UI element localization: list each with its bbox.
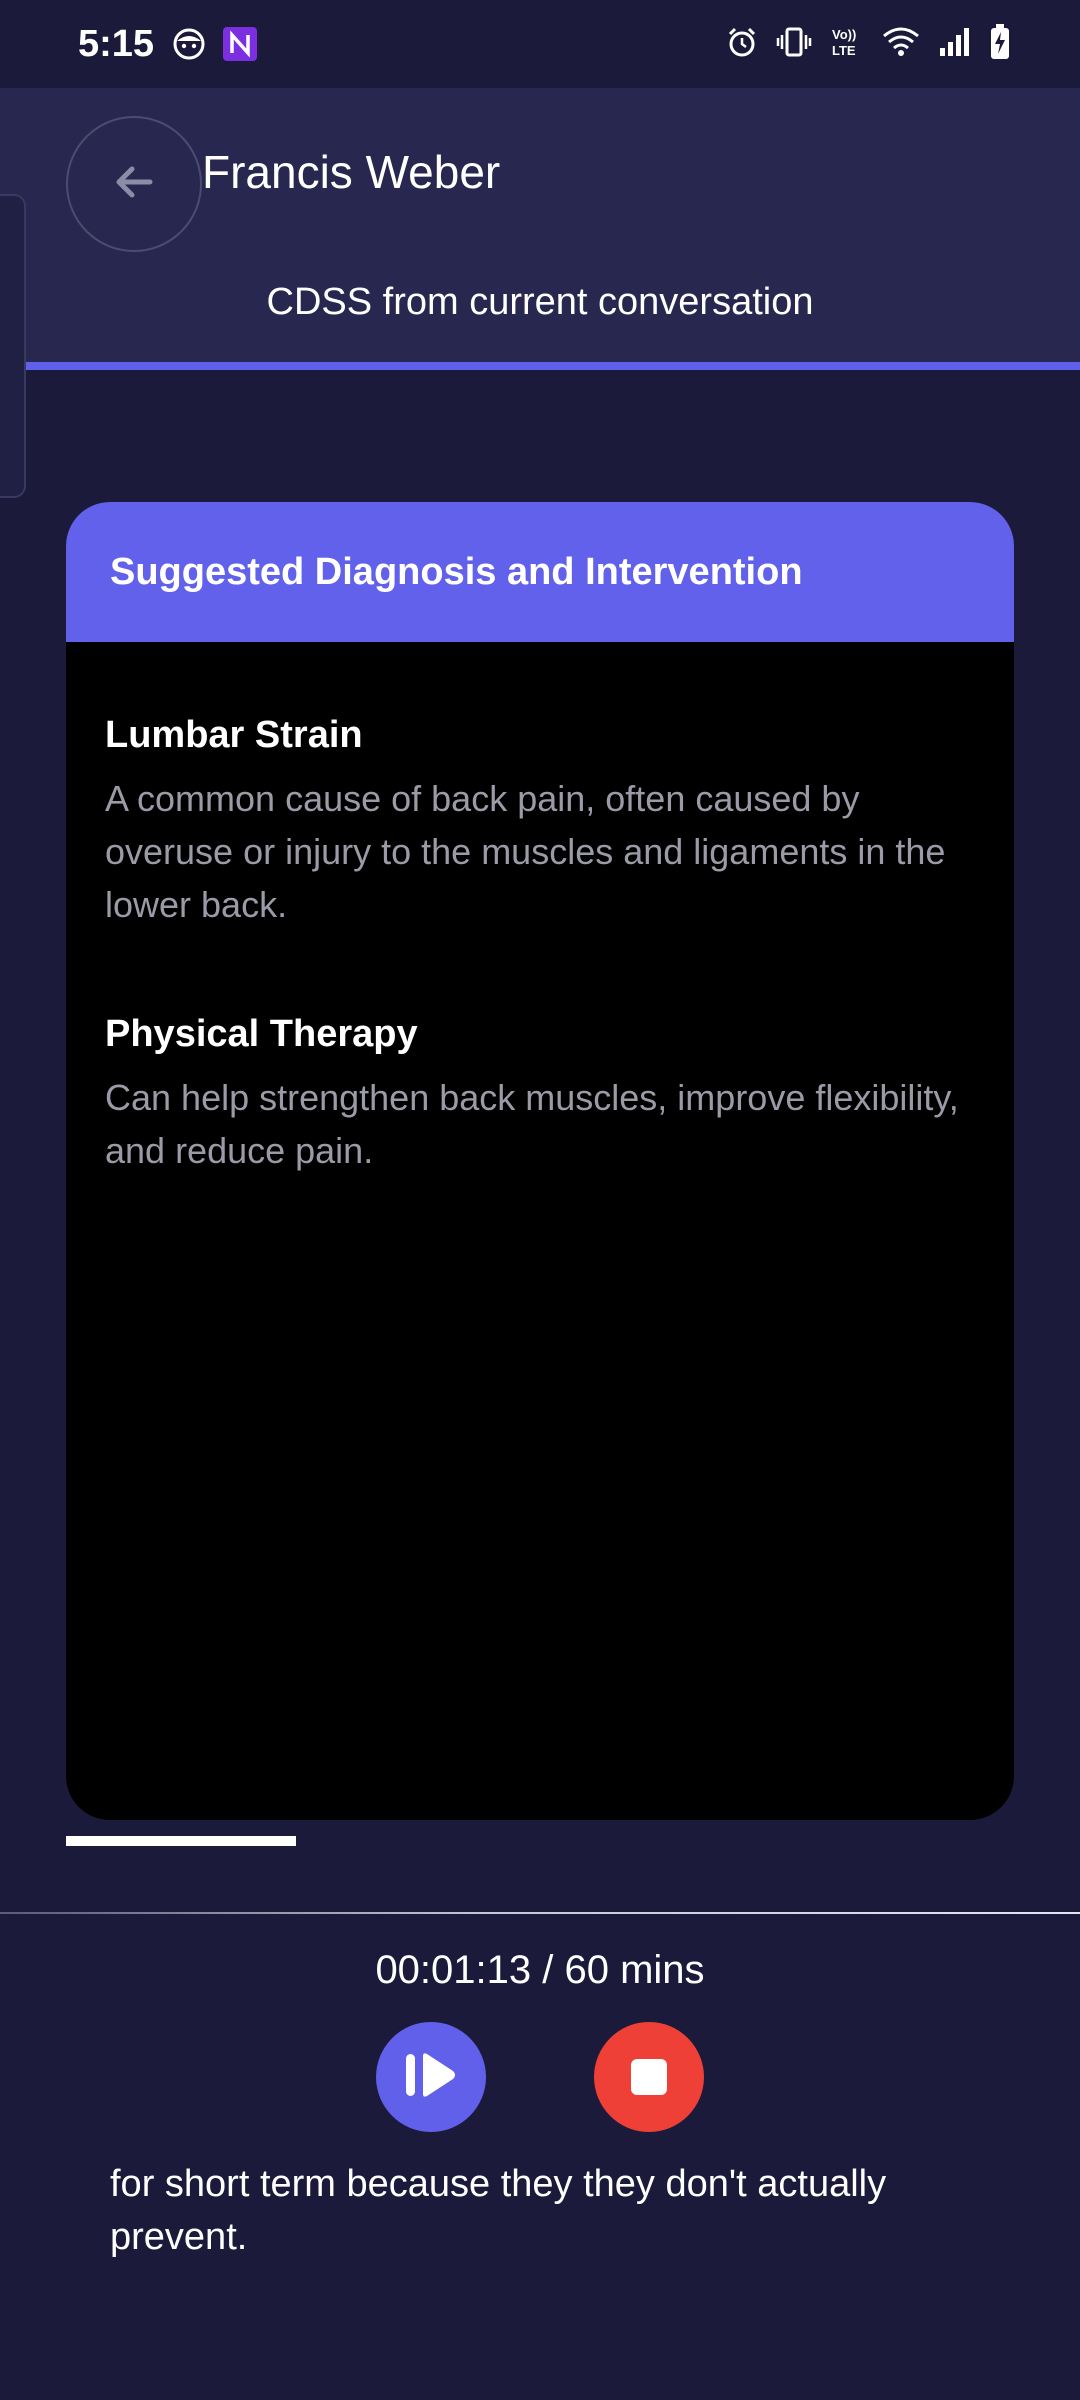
suggestion-title: Lumbar Strain [105,714,363,756]
battery-charging-icon [990,24,1010,60]
suggestion-description: A common cause of back pain, often cause… [105,778,946,925]
face-icon [172,27,206,61]
divider [0,1912,1080,1914]
resume-icon [404,2050,458,2105]
status-left-icons [172,26,258,62]
page-indicator [66,1836,296,1846]
status-time: 5:15 [78,23,155,65]
app-header: Francis Weber CDSS from current conversa… [0,88,1080,364]
wifi-icon [882,26,920,58]
svg-text:LTE: LTE [832,43,856,58]
header-progress-bar [0,362,1080,370]
signal-icon [938,26,972,58]
card-body: Lumbar Strain A common cause of back pai… [66,642,1014,1177]
back-button[interactable] [66,116,202,252]
arrow-left-icon [112,160,156,209]
patient-name: Francis Weber [202,146,501,198]
nfc-app-icon [222,26,258,62]
suggestion-title: Physical Therapy [105,1013,418,1055]
stop-button[interactable] [594,2022,704,2132]
card-header: Suggested Diagnosis and Intervention [66,502,1014,642]
stop-icon [631,2059,667,2095]
cdss-subtitle: CDSS from current conversation [266,281,814,323]
vibrate-icon [776,26,812,58]
volte-icon: Vo)) LTE [830,25,864,59]
resume-button[interactable] [376,2022,486,2132]
status-right-icons: Vo)) LTE [726,24,1010,60]
suggestion-item: Lumbar Strain A common cause of back pai… [105,712,974,931]
suggestion-description: Can help strengthen back muscles, improv… [105,1077,959,1171]
side-drawer-handle[interactable] [0,194,26,498]
alarm-icon [726,26,758,58]
suggestion-item: Physical Therapy Can help strengthen bac… [105,1011,974,1177]
recording-timer: 00:01:13 / 60 mins [375,1948,705,1992]
suggestion-card: Suggested Diagnosis and Intervention Lum… [66,502,1014,1820]
screen: 5:15 Vo)) LTE Francis Weber CDSS from cu… [0,0,1080,2400]
svg-text:Vo)): Vo)) [832,27,856,42]
live-transcript: for short term because they they don't a… [110,2163,887,2258]
status-bar: 5:15 Vo)) LTE [0,0,1080,88]
card-title: Suggested Diagnosis and Intervention [110,550,803,593]
